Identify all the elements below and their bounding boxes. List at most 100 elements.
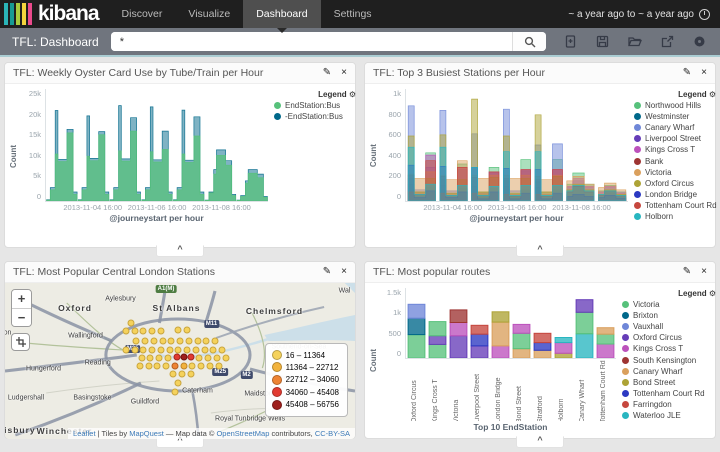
legend-item[interactable]: Bond Street (622, 378, 718, 387)
new-dashboard-button[interactable] (564, 35, 577, 48)
legend-item[interactable]: London Bridge (634, 190, 718, 199)
station-marker[interactable] (136, 362, 143, 369)
bar-segment-Tottenham Court Rd[interactable] (534, 343, 551, 351)
mapquest-link[interactable]: MapQuest (129, 429, 164, 438)
bar-segment-South Kensington[interactable] (450, 310, 467, 323)
legend-item[interactable]: Liverpool Street (634, 134, 718, 143)
bar-segment-Oxford Circus[interactable] (429, 336, 446, 345)
station-marker[interactable] (212, 337, 219, 344)
bar-segment-Waterloo JLE[interactable] (576, 334, 593, 358)
kibana-logo[interactable]: kibana (0, 0, 109, 28)
legend-item[interactable]: Victoria (622, 300, 718, 309)
station-marker[interactable] (168, 337, 175, 344)
station-marker[interactable] (131, 328, 138, 335)
load-dashboard-button[interactable] (628, 35, 642, 48)
bar-segment-Victoria[interactable] (513, 333, 530, 348)
license-link[interactable]: CC-BY-SA (315, 429, 350, 438)
station-marker[interactable] (203, 337, 210, 344)
station-marker[interactable] (180, 354, 187, 361)
openstreetmap-link[interactable]: OpenStreetMap (216, 429, 269, 438)
nav-discover[interactable]: Discover (109, 0, 176, 28)
legend-item[interactable]: -EndStation:Bus (274, 112, 358, 121)
bar-segment-Kings Cross T[interactable] (492, 346, 509, 358)
station-marker[interactable] (175, 326, 182, 333)
collapse-row-button[interactable]: ^ (156, 245, 204, 257)
bar-segment-Canary Wharf[interactable] (492, 322, 509, 346)
series-EndStation:Bus[interactable] (47, 131, 268, 201)
station-marker[interactable] (180, 362, 187, 369)
close-panel-icon[interactable]: × (341, 68, 347, 78)
bar-segment-Tottenham Court Rd[interactable] (471, 334, 488, 346)
station-marker[interactable] (177, 337, 184, 344)
nav-visualize[interactable]: Visualize (175, 0, 243, 28)
area-chart[interactable] (45, 89, 268, 202)
station-marker[interactable] (133, 337, 140, 344)
station-marker[interactable] (178, 371, 185, 378)
station-marker[interactable] (171, 362, 178, 369)
collapse-row-button[interactable]: ^ (516, 436, 564, 448)
legend-item[interactable]: Vauxhall (622, 322, 718, 331)
bar-segment-Brixton[interactable] (408, 318, 425, 334)
legend-item[interactable]: Kings Cross T (634, 145, 718, 154)
station-marker[interactable] (150, 337, 157, 344)
station-marker[interactable] (138, 354, 145, 361)
station-marker[interactable] (210, 347, 217, 354)
nav-settings[interactable]: Settings (321, 0, 385, 28)
legend-item[interactable]: Tottenham Court Rd (634, 201, 718, 210)
bar-segment-Canary Wharf[interactable] (513, 349, 530, 358)
bar-segment-Victoria[interactable] (576, 312, 593, 334)
bar-segment-Kings Cross T[interactable] (450, 323, 467, 336)
close-panel-icon[interactable]: × (341, 267, 347, 277)
station-marker[interactable] (163, 362, 170, 369)
station-marker[interactable] (187, 354, 194, 361)
bar-segment-Waterloo JLE[interactable] (555, 338, 572, 343)
bar-segment-Canary Wharf[interactable] (534, 350, 551, 358)
stacked-bar-chart[interactable] (405, 288, 616, 359)
station-marker[interactable] (170, 371, 177, 378)
legend-item[interactable]: Kings Cross T (622, 344, 718, 353)
station-marker[interactable] (156, 354, 163, 361)
station-marker[interactable] (142, 337, 149, 344)
bar-segment-Oxford Circus[interactable] (471, 346, 488, 358)
bar-segment-Kings Cross T[interactable] (597, 344, 614, 358)
bar-segment-Victoria[interactable] (408, 335, 425, 358)
station-marker[interactable] (147, 354, 154, 361)
bar-segment-Farringdon[interactable] (534, 333, 551, 342)
station-marker[interactable] (157, 347, 164, 354)
bar-segment-Vauxhall[interactable] (408, 304, 425, 318)
legend-item[interactable]: Tottenham Court Rd (622, 389, 718, 398)
edit-panel-icon[interactable]: ✎ (323, 267, 331, 277)
legend-title[interactable]: Legend ⚙ (634, 90, 716, 99)
station-marker[interactable] (222, 354, 229, 361)
edit-panel-icon[interactable]: ✎ (683, 68, 691, 78)
station-marker[interactable] (131, 347, 138, 354)
zoom-in-button[interactable]: + (12, 290, 31, 308)
station-marker[interactable] (159, 337, 166, 344)
query-input[interactable] (111, 32, 512, 51)
station-marker[interactable] (154, 362, 161, 369)
legend-item[interactable]: Holborn (634, 212, 718, 221)
legend-item[interactable]: Farringdon (622, 400, 718, 409)
station-marker[interactable] (173, 354, 180, 361)
legend-item[interactable]: Oxford Circus (634, 179, 718, 188)
station-marker[interactable] (122, 328, 129, 335)
collapse-row-button[interactable]: ^ (516, 245, 564, 257)
station-marker[interactable] (205, 354, 212, 361)
station-marker[interactable] (145, 362, 152, 369)
bar-segment-Bond Street[interactable] (492, 312, 509, 322)
legend-title[interactable]: Legend ⚙ (274, 90, 356, 99)
station-marker[interactable] (149, 328, 156, 335)
bar-segment-Oxford Circus[interactable] (450, 336, 467, 358)
station-marker[interactable] (194, 337, 201, 344)
bar-segment-Kings Cross T[interactable] (513, 324, 530, 333)
station-marker[interactable] (184, 347, 191, 354)
station-marker[interactable] (175, 347, 182, 354)
bar-segment-Kings Cross T[interactable] (555, 343, 572, 354)
time-picker[interactable]: ~ a year ago to ~ a year ago (558, 0, 720, 28)
station-marker[interactable] (192, 347, 199, 354)
station-marker[interactable] (140, 347, 147, 354)
legend-item[interactable]: Canary Wharf (634, 123, 718, 132)
station-marker[interactable] (189, 362, 196, 369)
station-marker[interactable] (219, 347, 226, 354)
legend-item[interactable]: Northwood Hills (634, 101, 718, 110)
